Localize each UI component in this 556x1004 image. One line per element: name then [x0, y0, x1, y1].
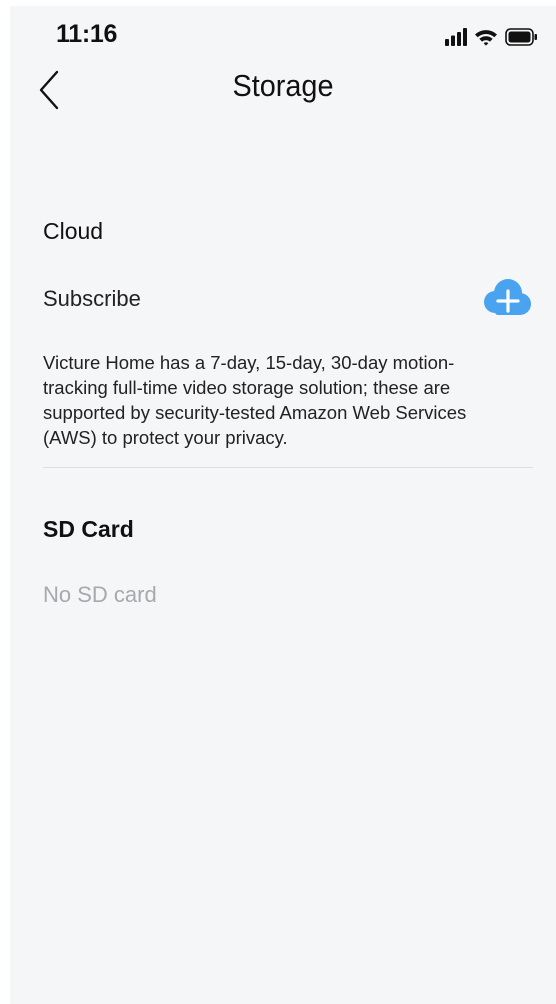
storage-screen: 11:16 Storage Cloud Subscribe Victure Ho… — [10, 6, 556, 1004]
page-title: Storage — [232, 68, 334, 103]
sd-card-section-title: SD Card — [43, 516, 134, 542]
cloud-plus-icon — [481, 279, 533, 326]
cellular-signal-icon — [445, 28, 467, 51]
subscribe-label: Subscribe — [43, 286, 141, 311]
status-icons — [445, 28, 538, 51]
battery-icon — [505, 28, 538, 51]
subscribe-button[interactable] — [481, 274, 533, 322]
sd-card-status: No SD card — [43, 582, 157, 607]
status-time: 11:16 — [56, 20, 118, 48]
cloud-description: Victure Home has a 7-day, 15-day, 30-day… — [43, 352, 467, 448]
section-divider — [43, 467, 533, 468]
cloud-section-title: Cloud — [43, 218, 104, 244]
wifi-icon — [474, 28, 498, 51]
